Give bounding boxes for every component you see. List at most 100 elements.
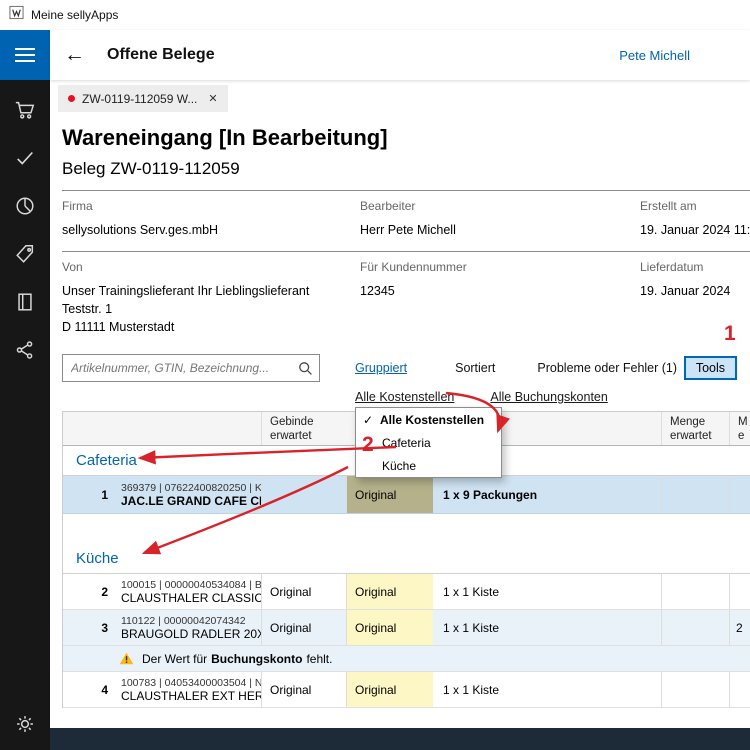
article-name: CLAUSTHALER CLASSIC2... <box>121 591 261 605</box>
group-spacer <box>63 514 750 544</box>
article-code: 100783 | 04053400003504 | Nich... <box>121 677 261 689</box>
search-input[interactable] <box>62 354 320 382</box>
group-header-kueche[interactable]: Küche <box>63 544 750 574</box>
status-bar <box>50 728 750 750</box>
row-number: 3 <box>63 610 116 645</box>
article-code: 100015 | 00000040534084 | Bier... <box>121 579 261 591</box>
document-tab[interactable]: ZW-0119-112059 W... ✕ <box>58 85 228 112</box>
buchungskonten-filter-link[interactable]: Alle Buchungskonten <box>490 390 607 405</box>
cart-icon <box>14 99 36 121</box>
search-box <box>62 354 320 382</box>
row-number: 2 <box>63 574 116 609</box>
hamburger-icon <box>15 47 35 63</box>
warning-triangle-icon <box>119 652 134 665</box>
tab-close-icon[interactable]: ✕ <box>208 92 217 105</box>
gebinde-erwartet-cell: Original <box>261 574 346 609</box>
menge-cell: 1 x 1 Kiste <box>433 672 661 707</box>
article-cell: 100783 | 04053400003504 | Nich... CLAUST… <box>116 672 261 707</box>
app-window: Meine sellyApps ← Offene B <box>0 0 750 750</box>
tools-button[interactable]: Tools <box>684 356 737 380</box>
sidebar-item-prices[interactable] <box>0 230 50 278</box>
info-section: Firma sellysolutions Serv.ges.mbH Bearbe… <box>62 190 750 348</box>
warning-text-end: fehlt. <box>306 652 332 666</box>
hamburger-menu-button[interactable] <box>0 30 50 80</box>
tab-strip: ZW-0119-112059 W... ✕ <box>50 80 750 112</box>
gebinde-select-cell[interactable]: Original <box>346 672 433 707</box>
document-title: Wareneingang [In Bearbeitung] <box>62 125 750 151</box>
von-line1: Unser Trainingslieferant Ihr Lieblingsli… <box>62 282 360 300</box>
share-network-icon <box>14 339 36 361</box>
page-header: ← Offene Belege Pete Michell <box>50 30 750 80</box>
toolbar: Gruppiert Sortiert Probleme oder Fehler … <box>62 354 750 382</box>
kostenstellen-filter-link[interactable]: Alle Kostenstellen <box>355 390 454 405</box>
warning-field-name: Buchungskonto <box>211 652 302 666</box>
header-menge-erwartet: Menge erwartet <box>661 412 729 445</box>
field-bearbeiter: Bearbeiter Herr Pete Michell <box>360 199 640 239</box>
titlebar: Meine sellyApps <box>0 0 750 30</box>
gebinde-select-cell[interactable]: Original <box>346 610 433 645</box>
field-firma: Firma sellysolutions Serv.ges.mbH <box>62 199 360 239</box>
gebinde-select-cell[interactable]: Original <box>346 476 433 513</box>
header-gebinde-erwartet: Gebinde erwartet <box>261 412 346 445</box>
price-tag-icon <box>14 243 36 265</box>
table-row[interactable]: 1 369379 | 07622400820250 | Kaff... JAC.… <box>63 476 750 514</box>
kostenstellen-dropdown: ✓ Alle Kostenstellen Cafeteria Küche <box>355 407 502 478</box>
table-row[interactable]: 4 100783 | 04053400003504 | Nich... CLAU… <box>63 672 750 708</box>
grouped-link[interactable]: Gruppiert <box>355 361 407 375</box>
header-number-col <box>63 412 116 445</box>
back-arrow-button[interactable]: ← <box>64 43 85 67</box>
search-icon[interactable] <box>297 360 313 381</box>
pie-chart-icon <box>14 195 36 217</box>
von-line3: D 11111 Musterstadt <box>62 318 360 336</box>
table-row[interactable]: 2 100015 | 00000040534084 | Bier... CLAU… <box>63 574 750 610</box>
sidebar-item-journal[interactable] <box>0 278 50 326</box>
warning-row: Der Wert für Buchungskonto fehlt. <box>63 646 750 672</box>
field-erstellt-am: Erstellt am 19. Januar 2024 11:20 <box>640 199 750 239</box>
menge-erwartet-cell <box>661 574 729 609</box>
row-number: 1 <box>63 476 116 513</box>
tab-label: ZW-0119-112059 W... <box>82 92 197 106</box>
settings-gear-button[interactable] <box>0 704 50 744</box>
table-row[interactable]: 3 110122 | 00000042074342 BRAUGOLD RADLE… <box>63 610 750 646</box>
cut-cell: 2 <box>729 610 750 645</box>
menge-cell: 1 x 9 Packungen <box>433 476 661 513</box>
article-code: 110122 | 00000042074342 <box>121 615 246 627</box>
gear-icon <box>15 714 35 734</box>
app-logo-icon <box>9 5 24 25</box>
dropdown-item-alle-kostenstellen[interactable]: ✓ Alle Kostenstellen <box>356 408 501 431</box>
filter-row: Alle Kostenstellen Alle Buchungskonten <box>62 390 750 405</box>
unsaved-dot-icon <box>68 95 75 102</box>
sidebar-item-cart[interactable] <box>0 86 50 134</box>
cut-cell <box>729 672 750 707</box>
cut-cell <box>729 476 750 513</box>
sidebar-item-share[interactable] <box>0 326 50 374</box>
article-name: BRAUGOLD RADLER 20X... <box>121 627 261 641</box>
sorted-link[interactable]: Sortiert <box>455 361 495 375</box>
gebinde-erwartet-cell: Original <box>261 672 346 707</box>
checkmark-icon <box>14 147 36 169</box>
app-title: Meine sellyApps <box>31 8 118 22</box>
field-kundennummer: Für Kundennummer 12345 <box>360 260 640 336</box>
sidebar-item-reports[interactable] <box>0 182 50 230</box>
article-cell: 100015 | 00000040534084 | Bier... CLAUST… <box>116 574 261 609</box>
menge-erwartet-cell <box>661 476 729 513</box>
article-cell: 110122 | 00000042074342 BRAUGOLD RADLER … <box>116 610 261 645</box>
cut-cell <box>729 574 750 609</box>
main-area: ← Offene Belege Pete Michell ZW-0119-112… <box>50 30 750 750</box>
gebinde-erwartet-cell <box>261 476 346 513</box>
dropdown-item-kueche[interactable]: Küche <box>356 454 501 477</box>
page-title: Offene Belege <box>107 46 215 64</box>
sidebar-item-tasks[interactable] <box>0 134 50 182</box>
row-number: 4 <box>63 672 116 707</box>
document-subtitle: Beleg ZW-0119-112059 <box>62 159 750 179</box>
info-row-2: Von Unser Trainingslieferant Ihr Lieblin… <box>62 251 750 348</box>
menge-erwartet-cell <box>661 610 729 645</box>
check-icon: ✓ <box>363 413 380 427</box>
warning-text: Der Wert für <box>142 652 207 666</box>
dropdown-item-cafeteria[interactable]: Cafeteria <box>356 431 501 454</box>
article-code: 369379 | 07622400820250 | Kaff... <box>121 482 261 494</box>
user-link[interactable]: Pete Michell <box>619 48 690 63</box>
gebinde-select-cell[interactable]: Original <box>346 574 433 609</box>
problems-link[interactable]: Probleme oder Fehler (1) <box>537 361 677 375</box>
article-cell: 369379 | 07622400820250 | Kaff... JAC.LE… <box>116 476 261 513</box>
